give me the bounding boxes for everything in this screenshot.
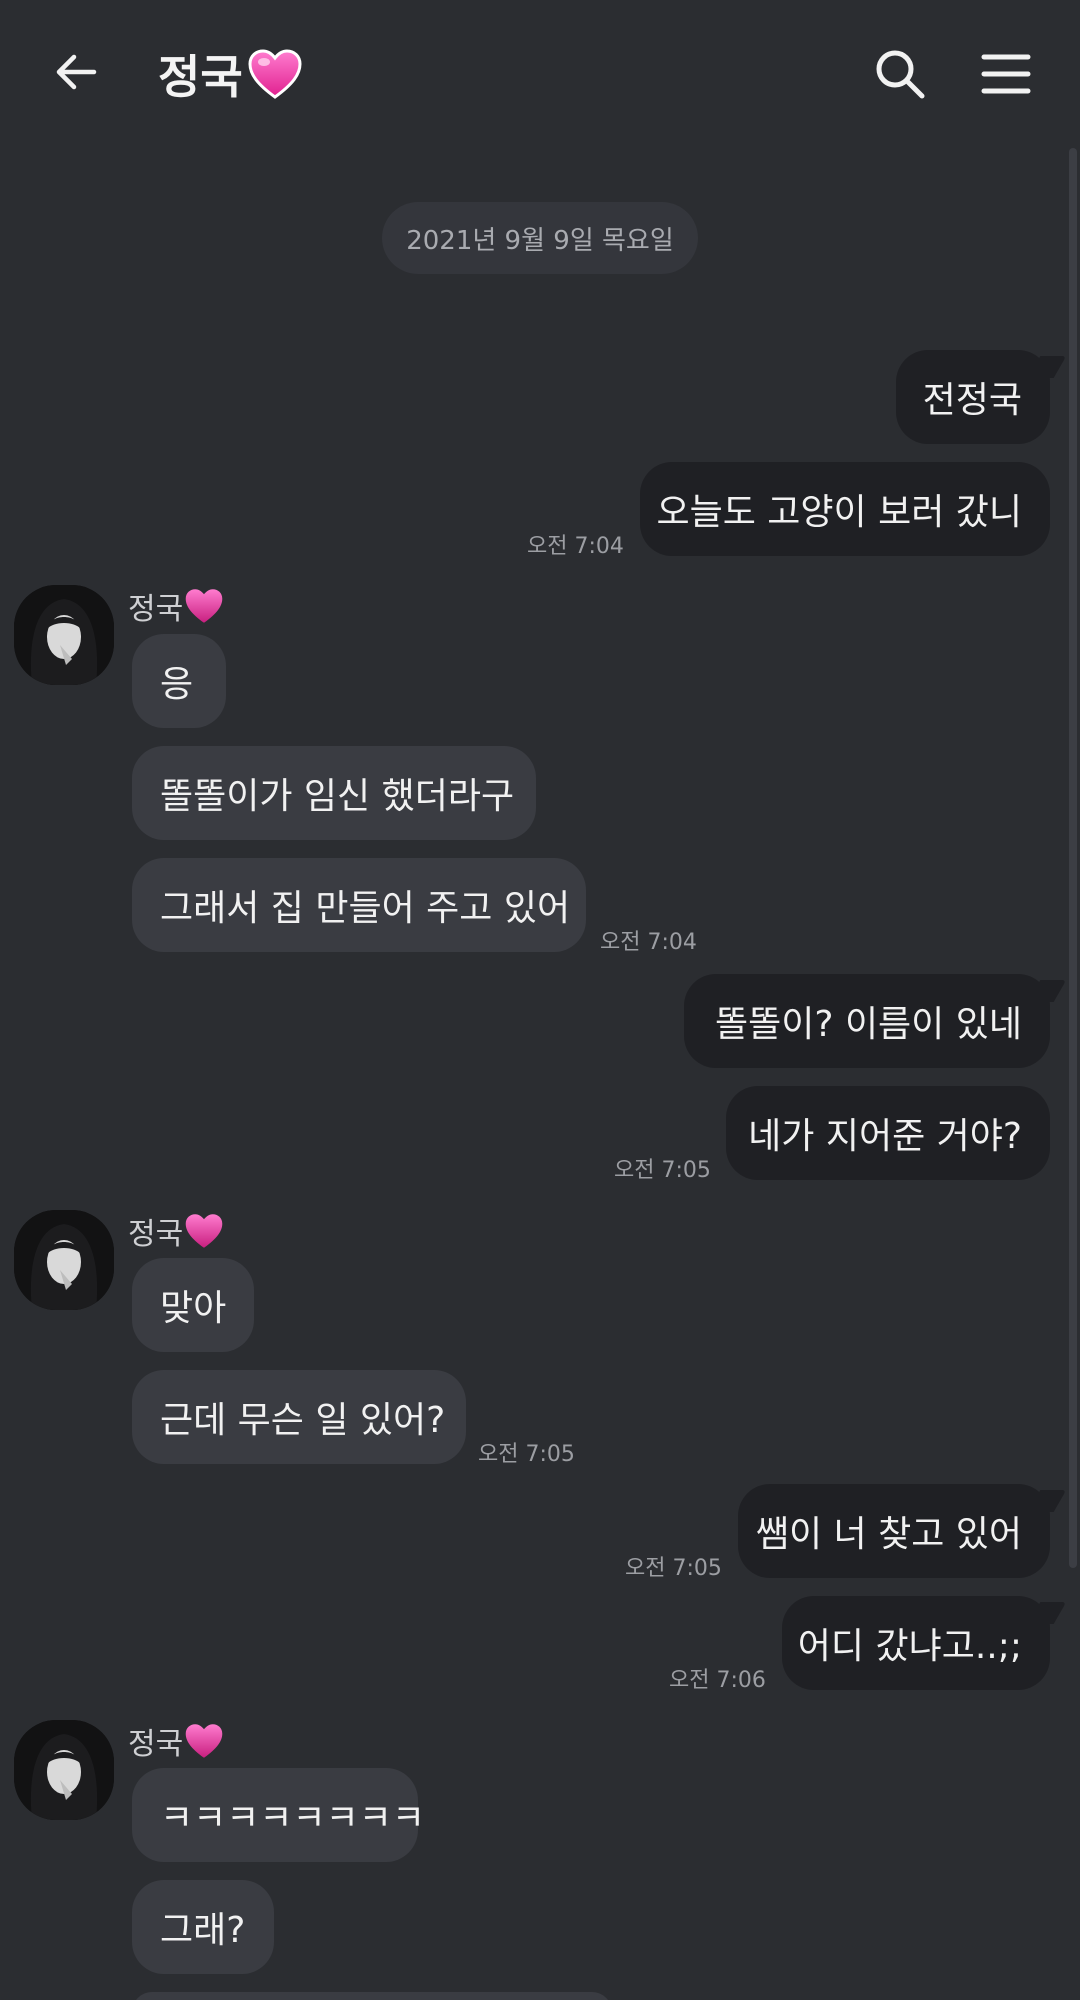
chat-header: 정국 [0,0,1080,148]
sender-name: 정국 [128,1721,225,1762]
message-text: 그래? [160,1910,246,1951]
message-timestamp: 오전 7:04 [527,534,624,559]
date-divider: 2021년 9월 9일 목요일 [382,202,698,274]
message-text: ㅋㅋㅋㅋㅋㅋㅋㅋ [160,1798,425,1839]
message-text: 똘똘이가 임신 했더라구 [160,776,515,817]
avatar[interactable] [14,1210,114,1310]
back-button[interactable] [40,36,112,108]
bubble-tail [1027,1490,1067,1512]
message-text: 전정국 [922,380,1022,421]
heart-icon [248,49,302,99]
message-timestamp: 오전 7:06 [669,1668,766,1693]
message-text: 오늘도 고양이 보러 갔니 [656,492,1022,533]
chat-title-text: 정국 [158,50,243,104]
heart-icon [185,589,223,623]
avatar[interactable] [14,585,114,685]
incoming-message[interactable]: 근데 무슨 일 있어? [132,1370,466,1464]
search-button[interactable] [868,38,932,110]
message-timestamp: 오전 7:05 [614,1158,711,1183]
outgoing-message[interactable]: 오늘도 고양이 보러 갔니 [640,462,1050,556]
message-timestamp: 오전 7:04 [600,930,697,955]
heart-icon [185,1214,223,1248]
avatar-photo [14,585,114,685]
back-arrow-icon [56,54,97,90]
outgoing-message[interactable]: 똘똘이? 이름이 있네 [684,974,1067,1068]
menu-button[interactable] [976,38,1036,110]
incoming-message[interactable]: 응 [132,634,226,728]
incoming-message[interactable]: 그래? [132,1880,274,1974]
chat-screen: 정국 2021년 9월 9일 목요일 전정국 오늘도 고양이 보러 갔니 오전 … [0,0,1080,2000]
bubble-tail [1027,1602,1067,1624]
menu-icon [981,54,1031,94]
sender-name: 정국 [128,586,225,627]
outgoing-message[interactable]: 네가 지어준 거야? [726,1086,1050,1180]
incoming-message[interactable]: 맞아 [132,1258,254,1352]
sender-name: 정국 [128,1211,225,1252]
message-text: 쌤이 너 찾고 있어 [755,1514,1022,1555]
chat-title: 정국 [158,40,303,108]
message-text: 네가 지어준 거야? [748,1116,1022,1157]
incoming-message-partial[interactable] [132,1992,612,2000]
message-text: 어디 갔냐고..;; [797,1626,1022,1667]
incoming-message[interactable]: 그래서 집 만들어 주고 있어 [132,858,586,952]
bubble-tail [1027,356,1067,378]
bubble-tail [1027,980,1067,1002]
search-icon [876,50,925,99]
scrollbar[interactable] [1069,148,1077,1568]
avatar[interactable] [14,1720,114,1820]
heart-icon [185,1724,223,1758]
avatar-photo [14,1720,114,1820]
message-text: 근데 무슨 일 있어? [160,1400,446,1441]
message-timestamp: 오전 7:05 [625,1556,722,1581]
avatar-photo [14,1210,114,1310]
message-timestamp: 오전 7:05 [478,1442,575,1467]
message-text: 맞아 [160,1288,227,1329]
message-text: 그래서 집 만들어 주고 있어 [160,888,571,929]
message-text: 똘똘이? 이름이 있네 [715,1004,1022,1045]
outgoing-message[interactable]: 쌤이 너 찾고 있어 [738,1484,1067,1578]
message-text: 응 [160,664,194,705]
outgoing-message[interactable]: 어디 갔냐고..;; [782,1596,1067,1690]
incoming-message[interactable]: ㅋㅋㅋㅋㅋㅋㅋㅋ [132,1768,425,1862]
incoming-message[interactable]: 똘똘이가 임신 했더라구 [132,746,536,840]
outgoing-message[interactable]: 전정국 [896,350,1067,444]
